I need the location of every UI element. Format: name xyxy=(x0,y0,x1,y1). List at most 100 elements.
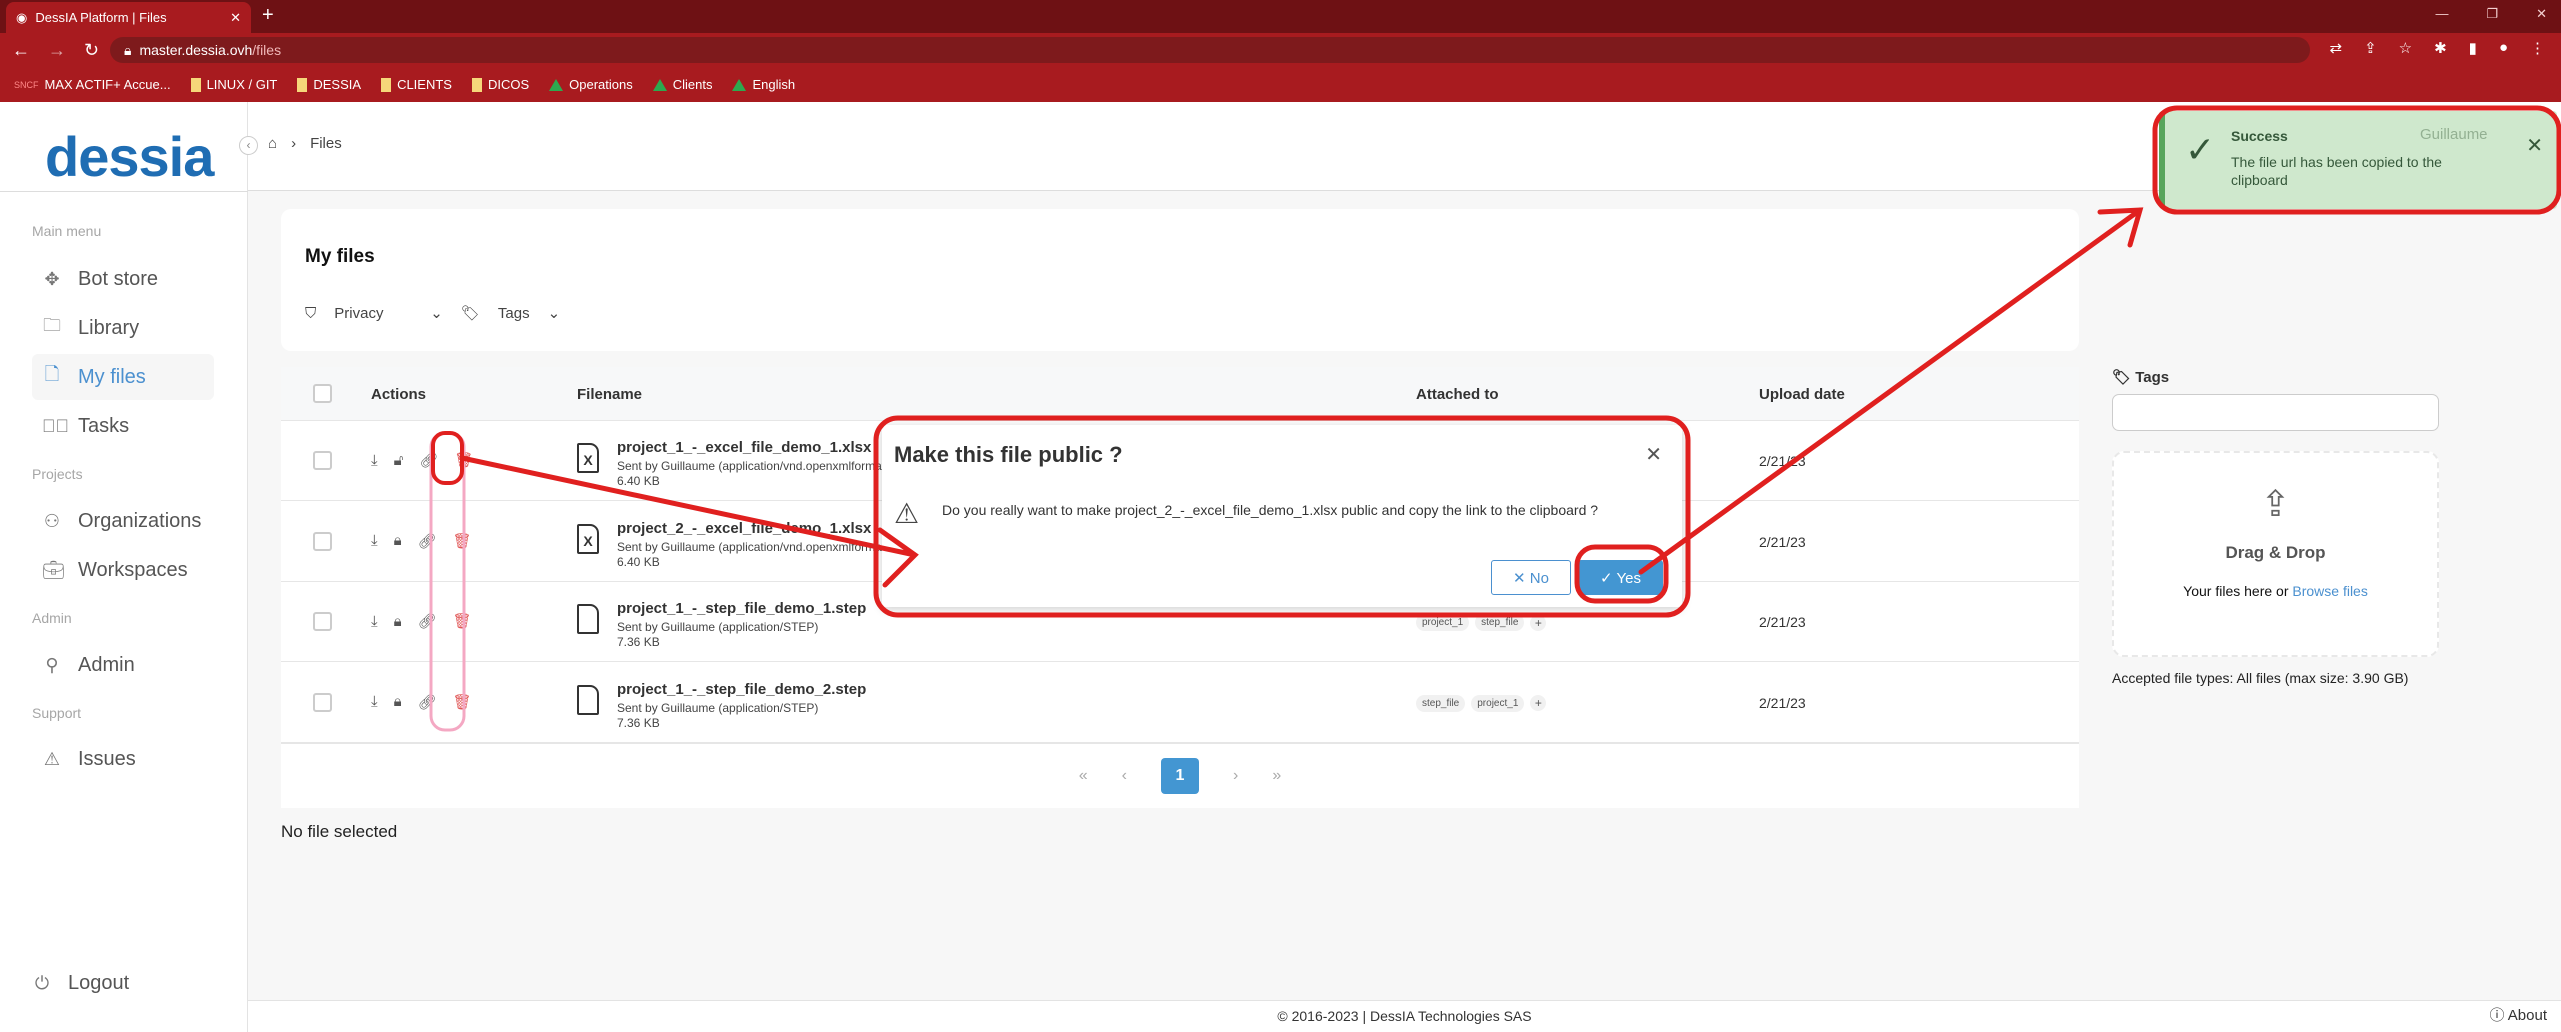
header-filename[interactable]: Filename xyxy=(577,386,642,403)
download-icon[interactable]: ⤓ xyxy=(371,532,378,549)
browser-tab[interactable]: ◉ DessIA Platform | Files ✕ xyxy=(6,2,251,33)
files-card: My files ⛉ Privacy ⌄ 🏷︎ Tags ⌄ xyxy=(281,209,2079,351)
about-link[interactable]: ⓘ About xyxy=(2489,1001,2547,1031)
download-icon[interactable]: ⤓ xyxy=(371,613,378,630)
site-icon: SNCF xyxy=(14,79,39,90)
star-icon[interactable]: ☆ xyxy=(2399,39,2412,57)
sidebar-item-bot-store[interactable]: ✥ Bot store xyxy=(32,256,214,302)
header-date[interactable]: Upload date xyxy=(1759,386,1845,403)
download-icon[interactable]: ⤓ xyxy=(371,693,378,710)
logout-button[interactable]: ⏻ Logout xyxy=(22,960,204,1006)
bookmark-label: MAX ACTIF+ Accue... xyxy=(44,77,171,92)
translate-icon[interactable]: ⇄ xyxy=(2329,39,2342,57)
sidebar-item-workspaces[interactable]: 💼︎ Workspaces xyxy=(32,547,214,593)
sidebar-item-library[interactable]: 🗀︎ Library xyxy=(32,305,214,351)
row-checkbox[interactable] xyxy=(313,451,332,470)
dialog-title: Make this file public ? xyxy=(894,442,1123,467)
no-button[interactable]: ✕ No xyxy=(1491,560,1571,595)
close-icon[interactable]: ✕ xyxy=(1645,442,1662,467)
bookmark[interactable]: LINUX / GIT xyxy=(190,77,277,92)
make-public-dialog: Make this file public ? ✕ ⚠ Do you reall… xyxy=(882,425,1682,607)
new-tab-button[interactable]: + xyxy=(262,4,274,27)
chevron-down-icon[interactable]: ⌄ xyxy=(548,304,561,322)
browse-files-link[interactable]: Browse files xyxy=(2292,583,2367,599)
trash-icon[interactable]: 🗑︎ xyxy=(454,451,473,469)
menu-icon[interactable]: ⋮ xyxy=(2530,39,2545,57)
reload-icon[interactable]: ↻ xyxy=(84,40,99,61)
minimize-icon[interactable]: — xyxy=(2435,6,2448,22)
bookmark[interactable]: Clients xyxy=(652,77,712,92)
trash-icon[interactable]: 🗑︎ xyxy=(453,612,472,630)
bookmark[interactable]: DESSIA xyxy=(297,77,361,92)
last-page-icon[interactable]: » xyxy=(1272,767,1281,785)
close-icon[interactable]: ✕ xyxy=(2526,133,2543,158)
first-page-icon[interactable]: « xyxy=(1079,767,1088,785)
forward-icon[interactable]: → xyxy=(48,40,66,61)
profile-avatar[interactable]: ● xyxy=(2499,39,2508,57)
unlock-icon[interactable]: 🔓︎ xyxy=(394,452,404,469)
collapse-sidebar-button[interactable]: ‹ xyxy=(239,136,258,155)
trash-icon[interactable]: 🗑︎ xyxy=(453,693,472,711)
row-checkbox[interactable] xyxy=(313,531,332,551)
logo[interactable]: dessia xyxy=(45,124,214,189)
upload-date: 2/21/23 xyxy=(1759,614,1806,630)
filename[interactable]: project_1_-_step_file_demo_2.step xyxy=(617,681,866,698)
prev-page-icon[interactable]: ‹ xyxy=(1122,767,1127,785)
close-tab-icon[interactable]: ✕ xyxy=(230,10,241,26)
tag-chip[interactable]: step_file xyxy=(1416,694,1466,712)
lock-icon[interactable]: 🔒︎ xyxy=(394,532,402,549)
briefcase-icon: 💼︎ xyxy=(42,559,65,580)
copyright: © 2016-2023 | DessIA Technologies SAS xyxy=(1277,1008,1532,1024)
bookmark[interactable]: CLIENTS xyxy=(381,77,452,92)
add-tag-button[interactable]: + xyxy=(1530,695,1547,711)
download-icon[interactable]: ⤓ xyxy=(371,452,378,469)
yes-button[interactable]: ✓ Yes xyxy=(1578,560,1663,595)
select-all-checkbox[interactable] xyxy=(313,384,332,403)
table-row[interactable]: ⤓ 🔒︎ 🔗︎ 🗑︎ project_1_-_step_file_demo_2.ste… xyxy=(281,663,2079,743)
add-tag-button[interactable]: + xyxy=(1530,614,1547,631)
sidebar-item-organizations[interactable]: ⚇ Organizations xyxy=(32,498,214,544)
file-icon: 🗋︎ xyxy=(44,364,60,384)
sidebar-item-admin[interactable]: ⚲ Admin xyxy=(32,642,214,688)
extensions-icon[interactable]: ✱ xyxy=(2434,39,2447,57)
tags-input[interactable] xyxy=(2112,394,2439,431)
user-name[interactable]: Guillaume xyxy=(2420,126,2488,143)
bookmark[interactable]: Operations xyxy=(549,77,633,92)
share-icon[interactable]: ⇪ xyxy=(2364,39,2377,57)
close-window-icon[interactable]: ✕ xyxy=(2536,6,2547,22)
home-icon[interactable]: ⌂ xyxy=(268,135,277,152)
tag-chip[interactable]: project_1 xyxy=(1471,694,1525,712)
filename[interactable]: project_2_-_excel_file_demo_1.xlsx xyxy=(617,520,871,537)
link-icon[interactable]: 🔗︎ xyxy=(419,451,438,469)
next-page-icon[interactable]: › xyxy=(1233,767,1238,785)
row-checkbox[interactable] xyxy=(313,692,332,712)
filename[interactable]: project_1_-_step_file_demo_1.step xyxy=(617,600,866,617)
trash-icon[interactable]: 🗑︎ xyxy=(453,532,472,550)
row-checkbox[interactable] xyxy=(313,612,332,631)
folder-icon xyxy=(381,77,392,92)
bookmark[interactable]: DICOS xyxy=(471,77,529,92)
lock-icon[interactable]: 🔒︎ xyxy=(394,613,402,630)
filename[interactable]: project_1_-_excel_file_demo_1.xlsx xyxy=(617,439,871,456)
sidebar-item-my-files[interactable]: 🗋︎ My files xyxy=(32,354,214,400)
sidepanel-icon[interactable]: ▮ xyxy=(2469,39,2477,57)
bookmark[interactable]: English xyxy=(732,77,795,92)
tag-chip[interactable]: step_file xyxy=(1475,614,1525,631)
page-button[interactable]: 1 xyxy=(1161,758,1199,794)
back-icon[interactable]: ← xyxy=(12,40,30,61)
check-icon: ✓ xyxy=(2185,129,2216,170)
chevron-down-icon[interactable]: ⌄ xyxy=(430,304,443,322)
bookmark[interactable]: SNCF MAX ACTIF+ Accue... xyxy=(14,77,171,92)
tags-filter[interactable]: Tags xyxy=(498,305,530,322)
link-icon[interactable]: 🔗︎ xyxy=(418,612,437,630)
sidebar-item-tasks[interactable]: ✓⃝ Tasks xyxy=(32,403,214,449)
link-icon[interactable]: 🔗︎ xyxy=(418,532,437,550)
restore-icon[interactable]: ❐ xyxy=(2486,6,2498,22)
sidebar-item-issues[interactable]: ⚠ Issues xyxy=(32,736,214,782)
dropzone[interactable]: ⇪ Drag & Drop Your files here or Browse … xyxy=(2112,451,2439,657)
tag-chip[interactable]: project_1 xyxy=(1416,614,1470,631)
privacy-filter[interactable]: Privacy xyxy=(334,305,412,322)
url-input[interactable]: 🔒︎ master.dessia.ovh/files xyxy=(110,37,2310,63)
lock-icon[interactable]: 🔒︎ xyxy=(394,693,402,710)
link-icon[interactable]: 🔗︎ xyxy=(418,693,437,711)
